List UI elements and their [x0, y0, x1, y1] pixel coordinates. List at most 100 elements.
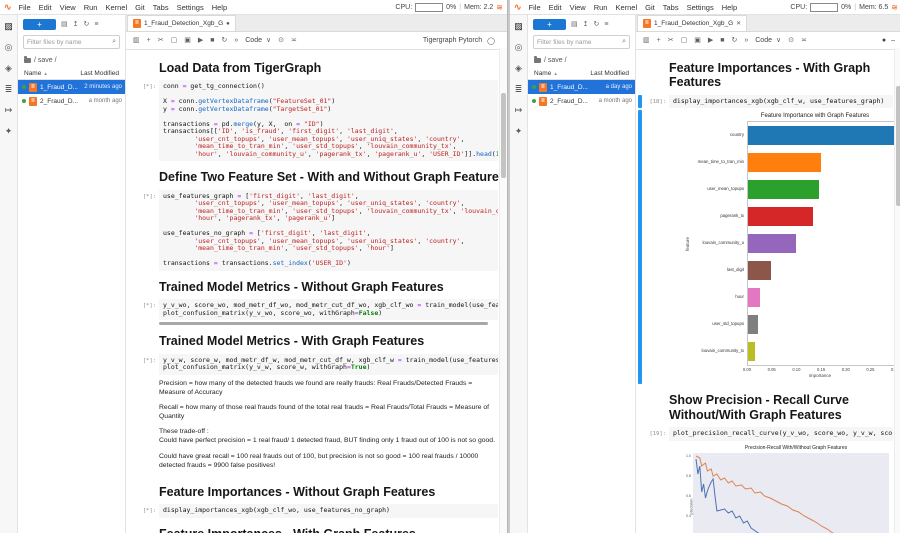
cut-icon[interactable]: ✂	[668, 37, 674, 44]
code-editor[interactable]: y_v_w, score_w, mod_metr_df_w, mod_metr_…	[159, 354, 498, 375]
cell-collapser[interactable]	[128, 163, 132, 187]
save-icon[interactable]: ▥	[133, 37, 140, 44]
filter-files-input[interactable]	[27, 39, 97, 46]
more-icon[interactable]: ≡	[94, 21, 98, 28]
stop-icon[interactable]: ■	[720, 37, 724, 44]
filter-files-input[interactable]	[537, 39, 607, 46]
code-cell[interactable]: [19]:plot_precision_recall_curve(y_v_wo,…	[638, 427, 893, 441]
menu-item-tabs[interactable]: Tabs	[149, 3, 173, 12]
refresh-icon[interactable]: ↻	[594, 21, 600, 28]
restart-icon[interactable]: ↻	[221, 37, 227, 44]
add-icon[interactable]: +	[657, 37, 661, 44]
extensions-icon[interactable]: ✦	[515, 127, 523, 136]
code-cell[interactable]: [18]:display_importances_xgb(xgb_clf_w, …	[638, 95, 893, 109]
markdown-cell[interactable]: Feature Importances - With Graph Feature…	[638, 54, 893, 93]
cell-type-dropdown[interactable]: Code∨	[245, 37, 271, 44]
vertical-scrollbar[interactable]	[894, 48, 900, 533]
git-icon[interactable]: ◈	[515, 64, 522, 73]
cell-collapser[interactable]	[128, 354, 132, 375]
file-row[interactable]: ≣2_Fraud_D...a month ago	[18, 94, 125, 108]
cell-collapser[interactable]	[128, 80, 132, 161]
cell-collapser[interactable]	[128, 327, 132, 351]
menu-item-help[interactable]: Help	[718, 3, 741, 12]
notebook-tab[interactable]: ≣1_Fraud_Detection_Xgb_G✕	[637, 15, 747, 31]
menu-item-edit[interactable]: Edit	[545, 3, 566, 12]
new-folder-icon[interactable]: ▤	[571, 21, 578, 28]
menu-item-kernel[interactable]: Kernel	[611, 3, 641, 12]
menu-item-file[interactable]: File	[525, 3, 545, 12]
toc-icon[interactable]: ≣	[5, 85, 13, 94]
code-cell[interactable]: [*]:use_features_graph = ['first_digit',…	[128, 190, 498, 271]
cell-type-dropdown[interactable]: Code∨	[755, 37, 781, 44]
running-icon[interactable]: ◎	[5, 43, 13, 52]
markdown-cell[interactable]: Trained Model Metrics - Without Graph Fe…	[128, 273, 498, 297]
code-editor[interactable]: y_v_wo, score_wo, mod_metr_df_wo, mod_me…	[159, 299, 498, 320]
cell-collapser[interactable]	[638, 54, 642, 93]
copy-icon[interactable]: ▢	[171, 37, 178, 44]
output-collapser[interactable]	[638, 110, 642, 384]
file-row[interactable]: ≣1_Fraud_D...2 minutes ago	[18, 80, 125, 94]
menu-item-settings[interactable]: Settings	[683, 3, 718, 12]
cell-collapser[interactable]	[638, 386, 642, 425]
menu-item-run[interactable]: Run	[80, 3, 102, 12]
cut-icon[interactable]: ✂	[158, 37, 164, 44]
menu-item-tabs[interactable]: Tabs	[659, 3, 683, 12]
cell-collapser[interactable]	[128, 377, 132, 476]
code-cell[interactable]: [*]:display_importances_xgb(xgb_clf_wo, …	[128, 504, 498, 518]
markdown-cell[interactable]: Trained Model Metrics - With Graph Featu…	[128, 327, 498, 351]
refresh-icon[interactable]: ↻	[84, 21, 90, 28]
column-name[interactable]: Name	[24, 70, 41, 77]
commands-icon[interactable]: ↦	[5, 106, 13, 115]
toc-icon[interactable]: ≣	[515, 85, 523, 94]
new-launcher-button[interactable]: +	[533, 19, 566, 30]
add-icon[interactable]: +	[147, 37, 151, 44]
notebook-tab[interactable]: ≣1_Fraud_Detection_Xgb_G●	[127, 15, 236, 31]
cell-collapser[interactable]	[128, 478, 132, 502]
files-icon[interactable]: ▨	[4, 22, 13, 31]
run-icon[interactable]: ▶	[708, 37, 713, 44]
breadcrumb-path[interactable]: / save /	[544, 57, 567, 64]
commands-icon[interactable]: ↦	[515, 106, 523, 115]
breadcrumb-path[interactable]: / save /	[34, 57, 57, 64]
code-editor[interactable]: conn = get_tg_connection() X = conn.getV…	[159, 80, 498, 161]
code-cell[interactable]: [*]:y_v_w, score_w, mod_metr_df_w, mod_m…	[128, 354, 498, 375]
menu-item-git[interactable]: Git	[641, 3, 659, 12]
files-icon[interactable]: ▨	[514, 22, 523, 31]
fastforward-icon[interactable]: »	[234, 37, 238, 44]
code-editor[interactable]: display_importances_xgb(xgb_clf_w, use_f…	[669, 95, 893, 109]
cell-collapser[interactable]	[128, 520, 132, 533]
markdown-cell[interactable]: Define Two Feature Set - With and Withou…	[128, 163, 498, 187]
upload-icon[interactable]: ↥	[73, 21, 79, 28]
markdown-cell[interactable]: Feature Importances - With Graph Feature…	[128, 520, 498, 533]
terminal-icon[interactable]: ≍	[801, 37, 807, 44]
running-icon[interactable]: ◎	[515, 43, 523, 52]
file-row[interactable]: ≣2_Fraud_D...a month ago	[528, 94, 635, 108]
terminal-icon[interactable]: ≍	[291, 37, 297, 44]
new-launcher-button[interactable]: +	[23, 19, 56, 30]
column-name[interactable]: Name	[534, 70, 551, 77]
copy-icon[interactable]: ▢	[681, 37, 688, 44]
horizontal-scrollbar[interactable]	[159, 322, 488, 325]
git-icon[interactable]: ◈	[5, 64, 12, 73]
menu-item-run[interactable]: Run	[590, 3, 612, 12]
markdown-cell[interactable]: Feature Importances - Without Graph Feat…	[128, 478, 498, 502]
tab-close-icon[interactable]: ✕	[736, 20, 741, 27]
clock-icon[interactable]: ⊙	[278, 37, 284, 44]
kernel-name[interactable]: Tigergraph Pytorch	[423, 37, 482, 44]
column-last-modified[interactable]: Last Modified	[590, 70, 629, 77]
output-collapser[interactable]	[638, 443, 642, 533]
clock-icon[interactable]: ⊙	[788, 37, 794, 44]
code-cell[interactable]: [*]:y_v_wo, score_wo, mod_metr_df_wo, mo…	[128, 299, 498, 325]
toolbar-overflow-icon[interactable]: –	[891, 37, 895, 44]
cell-collapser[interactable]	[638, 427, 642, 441]
menu-item-view[interactable]: View	[566, 3, 590, 12]
paste-icon[interactable]: ▣	[694, 37, 701, 44]
stop-icon[interactable]: ■	[210, 37, 214, 44]
menu-item-kernel[interactable]: Kernel	[101, 3, 131, 12]
markdown-cell[interactable]: Show Precision - Recall Curve Without/Wi…	[638, 386, 893, 425]
file-row[interactable]: ≣1_Fraud_D...a day ago	[528, 80, 635, 94]
extensions-icon[interactable]: ✦	[5, 127, 13, 136]
upload-icon[interactable]: ↥	[583, 21, 589, 28]
menu-item-git[interactable]: Git	[131, 3, 149, 12]
code-editor[interactable]: display_importances_xgb(xgb_clf_wo, use_…	[159, 504, 498, 518]
